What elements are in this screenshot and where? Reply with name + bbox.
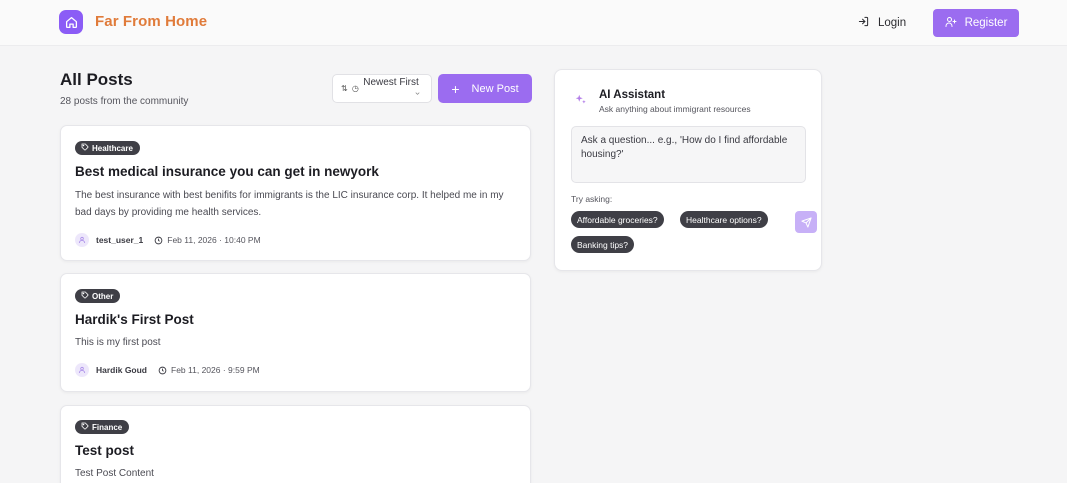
send-button[interactable] xyxy=(795,211,817,233)
ai-title: AI Assistant xyxy=(599,89,666,101)
post-author: test_user_1 xyxy=(96,235,144,245)
page-title: All Posts xyxy=(60,70,133,89)
post-meta: Hardik Goud Feb 11, 2026 · 9:59 PM xyxy=(75,363,260,377)
login-label: Login xyxy=(878,17,907,29)
suggestion-chip[interactable]: Banking tips? xyxy=(571,236,635,253)
tag-icon xyxy=(81,291,89,301)
category-badge[interactable]: Finance xyxy=(75,420,130,434)
category-label: Healthcare xyxy=(92,143,133,153)
sort-selected-value: Newest First xyxy=(363,77,419,88)
ai-subtitle: Ask anything about immigrant resources xyxy=(599,104,751,114)
send-icon xyxy=(800,216,812,228)
top-nav: Far From Home Login Register xyxy=(0,0,1067,46)
new-post-button[interactable]: + New Post xyxy=(438,74,532,103)
try-asking-label: Try asking: xyxy=(571,194,613,204)
post-card[interactable]: Other Hardik's First Post This is my fir… xyxy=(60,273,531,392)
brand-name[interactable]: Far From Home xyxy=(95,13,207,30)
user-avatar-icon xyxy=(75,233,89,247)
category-label: Other xyxy=(92,291,114,301)
post-count: 28 posts from the community xyxy=(60,96,189,107)
post-title[interactable]: Test post xyxy=(75,443,134,458)
login-button[interactable]: Login xyxy=(858,16,906,30)
sort-dropdown[interactable]: ⇅ ◷ Newest First xyxy=(332,74,432,103)
tag-icon xyxy=(81,143,89,153)
post-body: This is my first post xyxy=(75,337,161,348)
category-badge[interactable]: Other xyxy=(75,289,121,303)
category-label: Finance xyxy=(92,422,123,432)
post-card[interactable]: Healthcare Best medical insurance you ca… xyxy=(60,125,531,261)
post-body: Test Post Content xyxy=(75,468,154,479)
sparkle-icon xyxy=(574,93,588,112)
post-date: Feb 11, 2026 · 9:59 PM xyxy=(171,365,260,375)
user-plus-icon xyxy=(945,16,957,31)
clock-icon xyxy=(158,366,167,375)
home-logo-icon[interactable] xyxy=(59,10,83,34)
post-title[interactable]: Best medical insurance you can get in ne… xyxy=(75,164,379,179)
new-post-label: New Post xyxy=(471,82,519,95)
sort-arrows-icon: ⇅ ◷ xyxy=(341,84,360,93)
post-date: Feb 11, 2026 · 10:40 PM xyxy=(167,235,261,245)
suggestion-chip[interactable]: Healthcare options? xyxy=(680,211,768,228)
category-badge[interactable]: Healthcare xyxy=(75,141,140,155)
post-title[interactable]: Hardik's First Post xyxy=(75,312,194,327)
register-button[interactable]: Register xyxy=(933,9,1019,37)
login-icon xyxy=(858,16,869,30)
post-card[interactable]: Finance Test post Test Post Content xyxy=(60,405,531,483)
plus-icon: + xyxy=(451,80,460,97)
clock-icon xyxy=(154,236,163,245)
ai-input-placeholder: Ask a question... e.g., 'How do I find a… xyxy=(581,135,788,160)
post-meta: test_user_1 Feb 11, 2026 · 10:40 PM xyxy=(75,233,261,247)
ai-assistant-panel: AI Assistant Ask anything about immigran… xyxy=(554,69,822,271)
ai-question-input[interactable]: Ask a question... e.g., 'How do I find a… xyxy=(571,126,817,233)
tag-icon xyxy=(81,422,89,432)
post-body: The best insurance with best benifits fo… xyxy=(75,190,504,218)
post-author: Hardik Goud xyxy=(96,365,148,375)
register-label: Register xyxy=(964,17,1008,29)
suggestion-chip[interactable]: Affordable groceries? xyxy=(571,211,664,228)
chevron-down-icon xyxy=(414,84,421,102)
user-avatar-icon xyxy=(75,363,89,377)
